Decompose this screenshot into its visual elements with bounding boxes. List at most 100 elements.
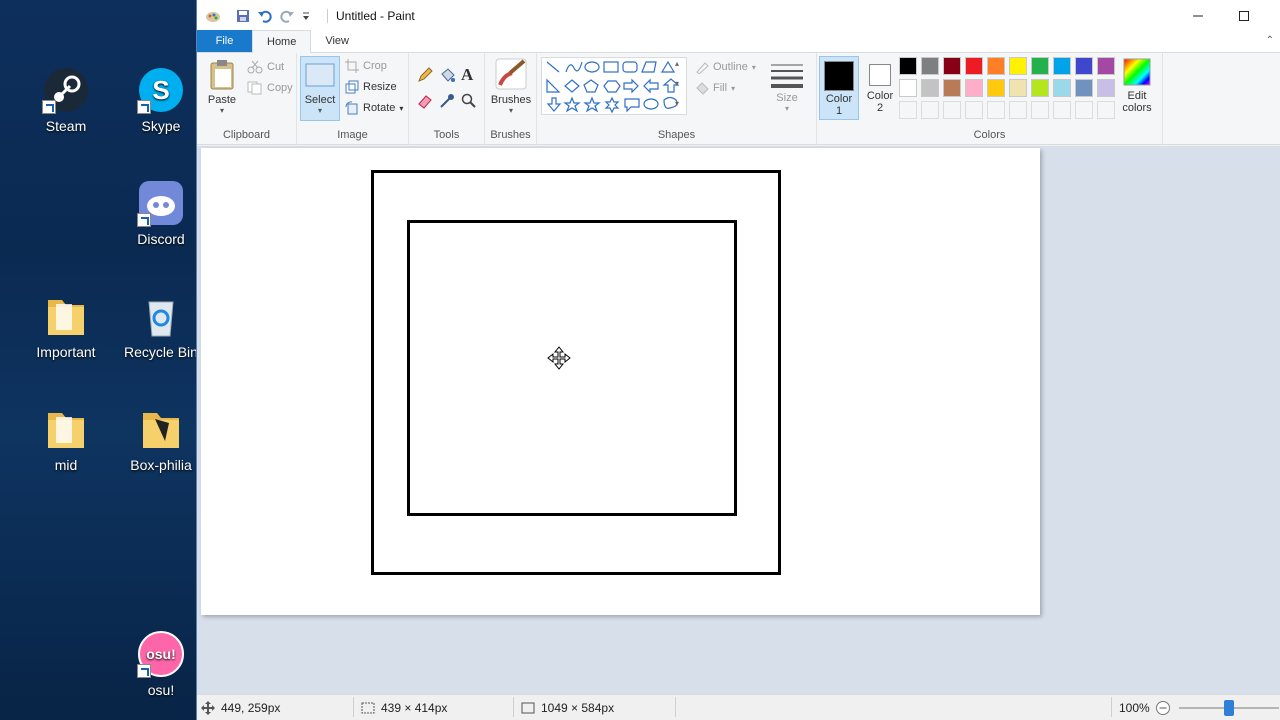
tab-view[interactable]: View — [311, 30, 363, 52]
palette-color-swatch[interactable] — [921, 79, 939, 97]
palette-custom-slot[interactable] — [921, 101, 939, 119]
palette-custom-slot[interactable] — [1053, 101, 1071, 119]
palette-color-swatch[interactable] — [1097, 79, 1115, 97]
color2-swatch — [869, 64, 891, 86]
brushes-dropdown-icon[interactable]: ▾ — [489, 106, 533, 115]
selection-icon — [361, 702, 375, 714]
drawing-canvas[interactable] — [201, 148, 1040, 615]
brushes-button[interactable]: Brushes ▾ — [489, 57, 533, 115]
desktop-icon-osu[interactable]: osu! osu! — [113, 630, 209, 698]
color-picker-icon[interactable] — [439, 93, 455, 109]
maximize-button[interactable] — [1221, 0, 1267, 31]
tab-file[interactable]: File — [197, 30, 252, 52]
palette-custom-slot[interactable] — [899, 101, 917, 119]
clipboard-icon — [210, 60, 234, 90]
palette-color-swatch[interactable] — [943, 79, 961, 97]
palette-custom-slot[interactable] — [965, 101, 983, 119]
zoom-slider-thumb[interactable] — [1224, 700, 1234, 716]
fill-button[interactable]: Fill ▾ — [695, 81, 735, 95]
color2-button[interactable]: Color 2 — [861, 56, 899, 120]
palette-color-swatch[interactable] — [921, 57, 939, 75]
palette-custom-slot[interactable] — [943, 101, 961, 119]
text-tool-icon[interactable]: A — [461, 65, 473, 85]
desktop-icon-important[interactable]: Important — [18, 292, 114, 360]
outline-icon — [696, 62, 709, 74]
outline-dropdown-icon[interactable]: ▾ — [752, 63, 756, 72]
rotate-button[interactable]: Rotate ▾ — [345, 101, 403, 115]
paste-dropdown-icon[interactable]: ▾ — [205, 106, 239, 115]
line-size-icon — [771, 64, 803, 88]
size-dropdown-icon[interactable]: ▾ — [769, 104, 805, 113]
image-group-label: Image — [337, 129, 368, 141]
color1-button[interactable]: Color 1 — [819, 56, 859, 120]
edit-colors-button[interactable]: Edit colors — [1117, 57, 1157, 114]
shapes-more-icon[interactable]: ▾ — [675, 99, 679, 108]
palette-color-swatch[interactable] — [1075, 79, 1093, 97]
cut-button[interactable]: Cut — [247, 60, 284, 74]
palette-color-swatch[interactable] — [943, 57, 961, 75]
palette-color-swatch[interactable] — [1097, 57, 1115, 75]
magnifier-icon[interactable] — [461, 93, 477, 109]
desktop-icon-recycle-bin[interactable]: Recycle Bin — [113, 292, 209, 360]
collapse-ribbon-icon[interactable]: ⌃ — [1266, 35, 1274, 46]
desktop-icon-mid[interactable]: mid — [18, 405, 114, 473]
minimize-button[interactable] — [1175, 0, 1221, 31]
fill-bucket-icon[interactable] — [439, 67, 455, 83]
copy-button[interactable]: Copy — [247, 81, 293, 95]
color1-label: Color — [825, 93, 853, 105]
color-palette — [899, 57, 1119, 123]
desktop-icon-discord[interactable]: Discord — [113, 179, 209, 247]
palette-color-swatch[interactable] — [987, 79, 1005, 97]
selection-size: 439 × 414px — [361, 701, 447, 715]
undo-icon[interactable] — [257, 8, 273, 24]
desktop-icon-steam[interactable]: Steam — [18, 66, 114, 134]
desktop-icon-box-philia[interactable]: Box-philia — [113, 405, 209, 473]
palette-color-swatch[interactable] — [1009, 79, 1027, 97]
rotate-dropdown-icon[interactable]: ▾ — [399, 104, 403, 113]
palette-color-swatch[interactable] — [1053, 57, 1071, 75]
palette-color-swatch[interactable] — [1031, 57, 1049, 75]
shapes-scroll-down-icon[interactable]: ▾ — [675, 79, 679, 88]
palette-color-swatch[interactable] — [1009, 57, 1027, 75]
eraser-icon[interactable] — [417, 93, 433, 109]
crop-button[interactable]: Crop — [345, 59, 387, 73]
inner-rectangle[interactable] — [407, 220, 737, 516]
select-button[interactable]: Select ▾ — [300, 56, 340, 121]
palette-custom-slot[interactable] — [1075, 101, 1093, 119]
rotate-label: Rotate — [363, 102, 396, 114]
desktop-icon-label: Discord — [137, 231, 185, 247]
palette-custom-slot[interactable] — [1097, 101, 1115, 119]
palette-custom-slot[interactable] — [1031, 101, 1049, 119]
desktop-icon-skype[interactable]: S Skype — [113, 66, 209, 134]
svg-text:osu!: osu! — [146, 646, 176, 662]
palette-color-swatch[interactable] — [1031, 79, 1049, 97]
zoom-slider[interactable] — [1179, 700, 1279, 716]
palette-color-swatch[interactable] — [899, 79, 917, 97]
size-label: Size — [776, 92, 798, 104]
customize-qat-icon[interactable] — [301, 8, 317, 24]
palette-color-swatch[interactable] — [1053, 79, 1071, 97]
color2-number: 2 — [876, 102, 884, 114]
palette-custom-slot[interactable] — [1009, 101, 1027, 119]
paste-button[interactable]: Paste ▾ — [205, 59, 239, 115]
shapes-scroll-up-icon[interactable]: ▴ — [675, 59, 679, 68]
tools-group: A Tools — [409, 53, 485, 145]
palette-color-swatch[interactable] — [899, 57, 917, 75]
zoom-out-button[interactable] — [1155, 700, 1171, 716]
tab-home[interactable]: Home — [252, 30, 312, 53]
save-icon[interactable] — [235, 8, 251, 24]
palette-color-swatch[interactable] — [965, 79, 983, 97]
size-button[interactable]: Size ▾ — [769, 61, 805, 113]
redo-icon[interactable] — [279, 8, 295, 24]
shapes-gallery[interactable] — [541, 57, 687, 115]
select-dropdown-icon[interactable]: ▾ — [301, 106, 339, 115]
image-size: 1049 × 584px — [521, 701, 614, 715]
palette-custom-slot[interactable] — [987, 101, 1005, 119]
palette-color-swatch[interactable] — [1075, 57, 1093, 75]
resize-button[interactable]: Resize — [345, 80, 397, 94]
pencil-icon[interactable] — [417, 67, 433, 83]
palette-color-swatch[interactable] — [965, 57, 983, 75]
fill-dropdown-icon[interactable]: ▾ — [731, 84, 735, 93]
palette-color-swatch[interactable] — [987, 57, 1005, 75]
outline-button[interactable]: Outline ▾ — [695, 60, 756, 74]
